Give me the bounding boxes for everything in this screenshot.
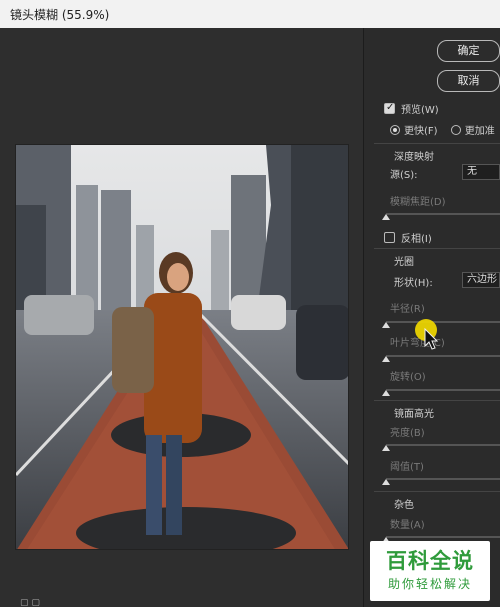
threshold-slider[interactable] xyxy=(382,478,500,485)
zoom-controls: ▢ ▢ xyxy=(20,598,40,607)
blur-focal-label: 模糊焦距(D) xyxy=(390,197,446,208)
source-select[interactable]: 无 xyxy=(462,164,500,180)
faster-radio[interactable] xyxy=(390,125,400,135)
shape-label: 形状(H): xyxy=(394,278,433,289)
zoom-in-icon[interactable]: ▢ xyxy=(31,598,40,607)
more-accurate-label: 更加准 xyxy=(464,126,495,137)
blur-focal-thumb[interactable] xyxy=(382,214,390,220)
brightness-label: 亮度(B) xyxy=(390,428,425,439)
amount-slider[interactable] xyxy=(382,536,500,543)
watermark-title: 百科全说 xyxy=(386,549,474,573)
preview-panel xyxy=(0,28,364,607)
cancel-button[interactable]: 取消 xyxy=(437,70,500,92)
divider xyxy=(374,400,500,401)
quality-row: 更快(F) 更加准 xyxy=(390,122,495,137)
invert-label: 反相(I) xyxy=(401,234,432,245)
divider xyxy=(374,491,500,492)
threshold-thumb[interactable] xyxy=(382,479,390,485)
specular-heading: 镜面高光 xyxy=(394,409,434,420)
divider xyxy=(374,143,500,144)
radius-slider[interactable] xyxy=(382,321,500,328)
blade-curvature-slider[interactable] xyxy=(382,355,500,362)
invert-row[interactable]: 反相(I) xyxy=(384,230,432,245)
window-title: 镜头模糊 (55.9%) xyxy=(10,8,110,22)
radius-thumb[interactable] xyxy=(382,322,390,328)
settings-panel: 确定 取消 预览(W) 更快(F) 更加准 深度映射 源(S): 无 模糊焦距(… xyxy=(364,28,500,607)
ok-button[interactable]: 确定 xyxy=(437,40,500,62)
rotation-label: 旋转(O) xyxy=(390,372,426,383)
radius-label: 半径(R) xyxy=(390,304,425,315)
brightness-slider[interactable] xyxy=(382,444,500,451)
more-accurate-radio[interactable] xyxy=(450,125,461,135)
preview-checkbox-row[interactable]: 预览(W) xyxy=(384,101,439,116)
brightness-thumb[interactable] xyxy=(382,445,390,451)
shape-select[interactable]: 六边形 xyxy=(462,272,500,288)
faster-label: 更快(F) xyxy=(404,126,438,137)
rotation-slider[interactable] xyxy=(382,389,500,396)
blur-focal-slider[interactable] xyxy=(382,213,500,220)
blade-curvature-thumb[interactable] xyxy=(382,356,390,362)
watermark-subtitle: 助你轻松解决 xyxy=(387,577,472,591)
preview-image[interactable] xyxy=(15,144,349,550)
iris-heading: 光圈 xyxy=(394,257,414,268)
noise-heading: 杂色 xyxy=(394,500,414,511)
mouse-pointer-icon xyxy=(424,328,438,350)
rotation-thumb[interactable] xyxy=(382,390,390,396)
preview-checkbox[interactable] xyxy=(384,102,395,114)
invert-checkbox[interactable] xyxy=(384,232,395,243)
divider xyxy=(374,248,500,249)
source-label: 源(S): xyxy=(390,170,418,181)
street-photo-illustration xyxy=(16,145,348,549)
zoom-out-icon[interactable]: ▢ xyxy=(20,598,29,607)
preview-label: 预览(W) xyxy=(401,105,439,116)
threshold-label: 阈值(T) xyxy=(390,462,424,473)
watermark-logo: 百科全说 助你轻松解决 xyxy=(370,541,490,601)
amount-label: 数量(A) xyxy=(390,520,425,531)
title-bar: 镜头模糊 (55.9%) xyxy=(0,0,500,28)
depth-map-heading: 深度映射 xyxy=(394,152,434,163)
